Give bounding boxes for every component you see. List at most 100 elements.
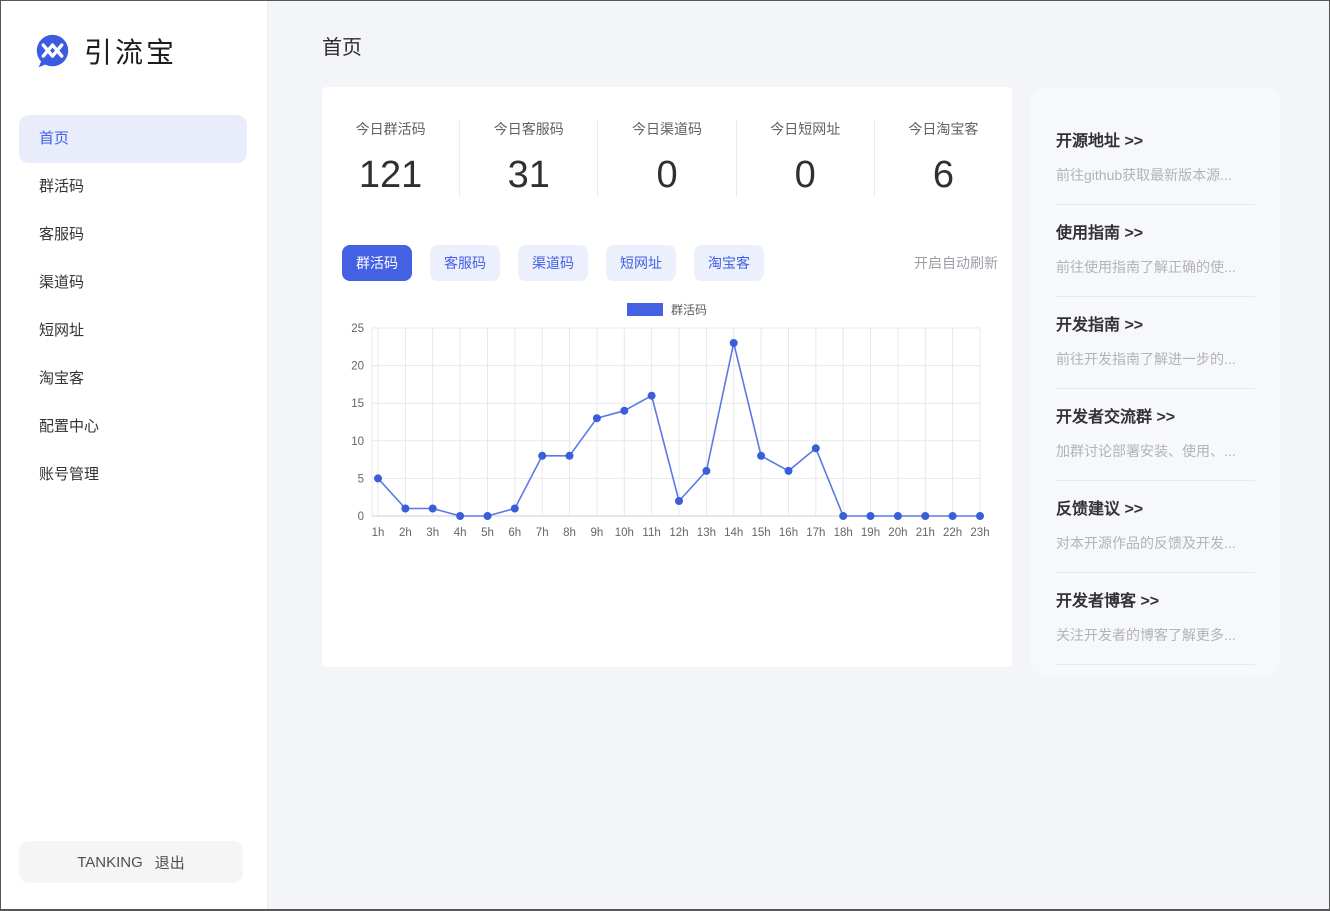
tab-taobao[interactable]: 淘宝客 <box>694 245 764 281</box>
data-point[interactable] <box>374 474 382 482</box>
stat-label: 今日群活码 <box>322 119 459 139</box>
data-point[interactable] <box>620 407 628 415</box>
svg-text:18h: 18h <box>834 527 853 539</box>
main-area: 首页 今日群活码 121 今日客服码 31 今日渠道码 0 <box>268 1 1329 909</box>
tab-channel-code[interactable]: 渠道码 <box>518 245 588 281</box>
tab-group-code[interactable]: 群活码 <box>342 245 412 281</box>
user-logout-button[interactable]: TANKING 退出 <box>19 841 243 883</box>
link-item-dev-guide[interactable]: 开发指南 >> 前往开发指南了解进一步的... <box>1056 297 1255 389</box>
stat-label: 今日淘宝客 <box>875 119 1012 139</box>
data-point[interactable] <box>675 497 683 505</box>
data-point[interactable] <box>730 339 738 347</box>
link-desc: 前往开发指南了解进一步的... <box>1056 349 1255 369</box>
sidebar-item-channel-code[interactable]: 渠道码 <box>19 259 247 307</box>
data-point[interactable] <box>757 452 765 460</box>
svg-text:11h: 11h <box>642 527 660 539</box>
logout-label[interactable]: 退出 <box>155 852 185 873</box>
link-title[interactable]: 使用指南 >> <box>1056 219 1255 243</box>
stat-channel-code: 今日渠道码 0 <box>598 119 736 197</box>
data-point[interactable] <box>593 414 601 422</box>
data-point[interactable] <box>894 512 902 520</box>
brand-name: 引流宝 <box>84 31 177 71</box>
sidebar-item-account[interactable]: 账号管理 <box>19 451 247 499</box>
link-desc: 前往使用指南了解正确的使... <box>1056 257 1255 277</box>
link-title[interactable]: 开发者交流群 >> <box>1056 403 1255 427</box>
svg-text:5h: 5h <box>481 527 494 539</box>
legend-label: 群活码 <box>671 301 707 318</box>
data-point[interactable] <box>702 467 710 475</box>
svg-text:1h: 1h <box>372 527 385 539</box>
link-title[interactable]: 开发者博客 >> <box>1056 587 1255 611</box>
stat-service-code: 今日客服码 31 <box>460 119 598 197</box>
sidebar-item-home[interactable]: 首页 <box>19 115 247 163</box>
chart-tabs: 群活码 客服码 渠道码 短网址 淘宝客 <box>342 245 764 281</box>
link-item-dev-group[interactable]: 开发者交流群 >> 加群讨论部署安装、使用、... <box>1056 389 1255 481</box>
link-item-source[interactable]: 开源地址 >> 前往github获取最新版本源... <box>1056 113 1255 205</box>
data-point[interactable] <box>511 505 519 513</box>
sidebar-item-group-code[interactable]: 群活码 <box>19 163 247 211</box>
svg-text:10h: 10h <box>615 527 634 539</box>
stat-value: 0 <box>737 154 874 197</box>
link-desc: 对本开源作品的反馈及开发... <box>1056 533 1255 553</box>
link-desc: 关注开发者的博客了解更多... <box>1056 625 1255 645</box>
stat-group-code: 今日群活码 121 <box>322 119 460 197</box>
svg-text:21h: 21h <box>916 527 935 539</box>
stat-label: 今日短网址 <box>737 119 874 139</box>
link-item-feedback[interactable]: 反馈建议 >> 对本开源作品的反馈及开发... <box>1056 481 1255 573</box>
svg-text:3h: 3h <box>426 527 439 539</box>
stat-label: 今日渠道码 <box>598 119 735 139</box>
svg-text:20: 20 <box>351 361 364 373</box>
data-point[interactable] <box>429 505 437 513</box>
legend-swatch-icon <box>627 303 663 316</box>
chart-legend[interactable]: 群活码 <box>322 302 1012 316</box>
data-point[interactable] <box>921 512 929 520</box>
chart-canvas: 1h2h3h4h5h6h7h8h9h10h11h12h13h14h15h16h1… <box>338 320 994 546</box>
svg-text:22h: 22h <box>943 527 962 539</box>
data-point[interactable] <box>648 392 656 400</box>
stat-value: 31 <box>460 154 597 197</box>
app-window: 引流宝 首页 群活码 客服码 渠道码 短网址 淘宝客 配置中心 账号管理 TAN… <box>0 0 1330 911</box>
link-title[interactable]: 反馈建议 >> <box>1056 495 1255 519</box>
data-point[interactable] <box>456 512 464 520</box>
sidebar-nav: 首页 群活码 客服码 渠道码 短网址 淘宝客 配置中心 账号管理 <box>1 115 267 499</box>
svg-text:20h: 20h <box>888 527 907 539</box>
data-point[interactable] <box>812 444 820 452</box>
sidebar-item-short-url[interactable]: 短网址 <box>19 307 247 355</box>
link-item-usage-guide[interactable]: 使用指南 >> 前往使用指南了解正确的使... <box>1056 205 1255 297</box>
sidebar: 引流宝 首页 群活码 客服码 渠道码 短网址 淘宝客 配置中心 账号管理 TAN… <box>1 1 268 909</box>
link-item-dev-blog[interactable]: 开发者博客 >> 关注开发者的博客了解更多... <box>1056 573 1255 665</box>
links-panel: 开源地址 >> 前往github获取最新版本源... 使用指南 >> 前往使用指… <box>1030 87 1281 675</box>
stat-value: 121 <box>322 154 459 197</box>
dashboard-card: 今日群活码 121 今日客服码 31 今日渠道码 0 今日短网址 0 <box>322 87 1012 667</box>
svg-text:2h: 2h <box>399 527 412 539</box>
data-point[interactable] <box>785 467 793 475</box>
sidebar-item-service-code[interactable]: 客服码 <box>19 211 247 259</box>
logo: 引流宝 <box>1 1 267 71</box>
stat-short-url: 今日短网址 0 <box>737 119 875 197</box>
svg-text:15h: 15h <box>752 527 771 539</box>
link-title[interactable]: 开源地址 >> <box>1056 127 1255 151</box>
auto-refresh-toggle[interactable]: 开启自动刷新 <box>914 253 998 273</box>
svg-text:23h: 23h <box>970 527 989 539</box>
data-point[interactable] <box>976 512 984 520</box>
line-chart: 1h2h3h4h5h6h7h8h9h10h11h12h13h14h15h16h1… <box>322 316 1012 551</box>
data-point[interactable] <box>401 505 409 513</box>
link-title[interactable]: 开发指南 >> <box>1056 311 1255 335</box>
data-point[interactable] <box>949 512 957 520</box>
svg-text:13h: 13h <box>697 527 716 539</box>
stats-row: 今日群活码 121 今日客服码 31 今日渠道码 0 今日短网址 0 <box>322 87 1012 231</box>
data-point[interactable] <box>484 512 492 520</box>
sidebar-item-config[interactable]: 配置中心 <box>19 403 247 451</box>
data-point[interactable] <box>867 512 875 520</box>
data-point[interactable] <box>839 512 847 520</box>
stat-value: 6 <box>875 154 1012 197</box>
sidebar-item-taobao[interactable]: 淘宝客 <box>19 355 247 403</box>
tab-service-code[interactable]: 客服码 <box>430 245 500 281</box>
svg-text:10: 10 <box>351 436 364 448</box>
data-point[interactable] <box>538 452 546 460</box>
svg-text:4h: 4h <box>454 527 467 539</box>
data-point[interactable] <box>566 452 574 460</box>
chart-toolbar: 群活码 客服码 渠道码 短网址 淘宝客 开启自动刷新 <box>322 245 1012 281</box>
svg-text:0: 0 <box>358 511 364 523</box>
tab-short-url[interactable]: 短网址 <box>606 245 676 281</box>
